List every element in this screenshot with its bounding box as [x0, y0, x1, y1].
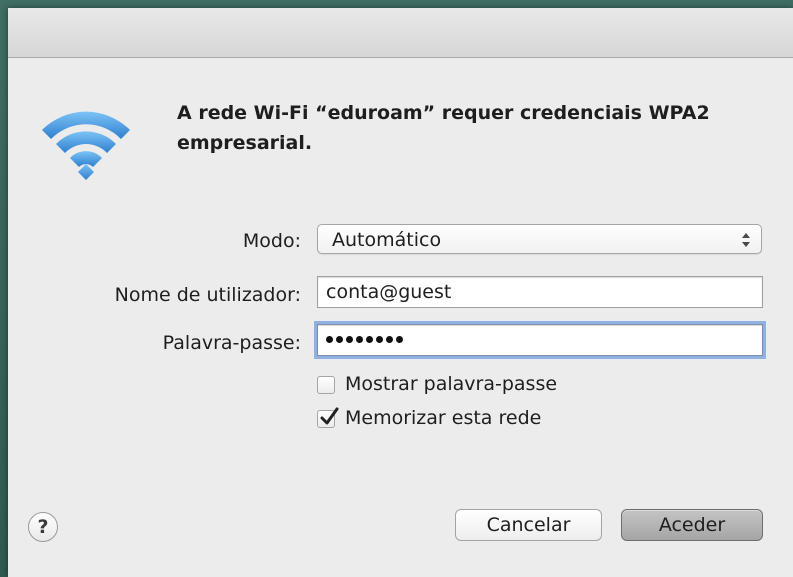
mode-select-value: Automático: [332, 229, 442, 251]
username-value: conta@guest: [326, 281, 452, 303]
password-masked-value: [326, 336, 403, 343]
remember-network-label[interactable]: Memorizar esta rede: [345, 407, 541, 429]
wifi-credentials-dialog: A rede Wi‑Fi “eduroam” requer credenciai…: [8, 8, 793, 577]
dialog-heading: A rede Wi‑Fi “eduroam” requer credenciai…: [177, 102, 710, 154]
dialog-titlebar: [8, 8, 793, 58]
cancel-button[interactable]: Cancelar: [455, 509, 602, 541]
password-label: Palavra-passe:: [162, 332, 301, 354]
checkmark-icon: [320, 407, 339, 425]
password-field[interactable]: [317, 324, 763, 356]
remember-network-checkbox[interactable]: [317, 407, 339, 428]
mode-label: Modo:: [242, 230, 301, 252]
username-label: Nome de utilizador:: [114, 284, 301, 306]
up-down-arrows-icon: [741, 231, 751, 249]
username-field[interactable]: conta@guest: [317, 276, 763, 308]
help-button[interactable]: ?: [28, 512, 58, 542]
show-password-label[interactable]: Mostrar palavra-passe: [345, 373, 557, 395]
show-password-checkbox[interactable]: [317, 376, 335, 394]
join-button[interactable]: Aceder: [621, 509, 763, 541]
mode-select[interactable]: Automático: [317, 224, 762, 254]
wifi-icon: [36, 100, 136, 190]
